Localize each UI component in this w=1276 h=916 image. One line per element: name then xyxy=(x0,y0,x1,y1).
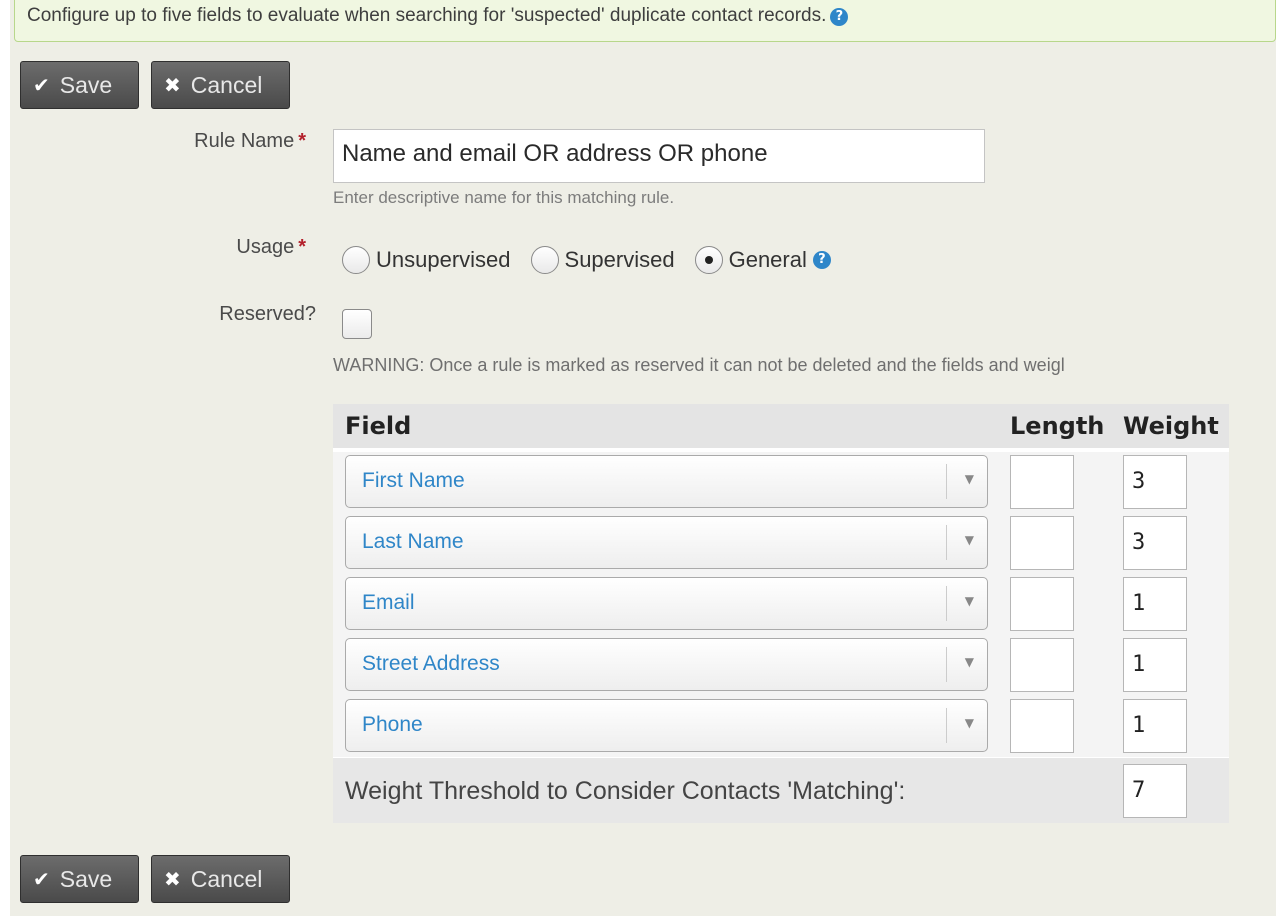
question-circle-icon[interactable]: ? xyxy=(812,251,831,269)
usage-radio-supervised[interactable] xyxy=(530,246,559,274)
weight-input[interactable]: 1 xyxy=(1123,699,1187,753)
check-icon: ✔ xyxy=(33,867,50,891)
chevron-down-icon: ▼ xyxy=(964,472,974,486)
cancel-button-top[interactable]: ✖ Cancel xyxy=(151,61,290,109)
length-input[interactable] xyxy=(1010,577,1074,631)
length-input[interactable] xyxy=(1010,638,1074,692)
header-length: Length xyxy=(1010,412,1105,440)
help-banner: Configure up to five fields to evaluate … xyxy=(14,0,1276,42)
required-marker: * xyxy=(298,236,306,258)
field-select-value: Email xyxy=(362,591,415,614)
threshold-label: Weight Threshold to Consider Contacts 'M… xyxy=(345,777,906,805)
save-button-label: Save xyxy=(59,71,113,98)
chevron-down-icon: ▼ xyxy=(964,594,974,608)
usage-option-label[interactable]: Supervised xyxy=(565,247,675,273)
select-divider xyxy=(946,464,947,499)
cancel-button-bottom[interactable]: ✖ Cancel xyxy=(151,855,290,903)
header-field: Field xyxy=(345,412,412,440)
table-row: First Name ▼ 3 xyxy=(333,452,1229,513)
chevron-down-icon: ▼ xyxy=(964,655,974,669)
field-select-value: Last Name xyxy=(362,530,464,553)
length-input[interactable] xyxy=(1010,516,1074,570)
reserved-label: Reserved? xyxy=(219,303,316,325)
table-row: Email ▼ 1 xyxy=(333,574,1229,635)
required-marker: * xyxy=(298,130,306,152)
cancel-button-label: Cancel xyxy=(190,865,263,892)
table-row: Street Address ▼ 1 xyxy=(333,635,1229,696)
header-weight: Weight xyxy=(1123,412,1219,440)
check-icon: ✔ xyxy=(33,73,50,97)
weight-input[interactable]: 3 xyxy=(1123,516,1187,570)
question-circle-icon[interactable]: ? xyxy=(830,8,849,26)
threshold-input[interactable]: 7 xyxy=(1123,764,1187,818)
field-select[interactable]: First Name ▼ xyxy=(345,455,988,508)
usage-radio-group: Unsupervised Supervised General ? xyxy=(342,240,831,280)
threshold-row: Weight Threshold to Consider Contacts 'M… xyxy=(333,758,1229,823)
help-text: Configure up to five fields to evaluate … xyxy=(27,5,849,27)
weight-input[interactable]: 1 xyxy=(1123,638,1187,692)
field-select-value: Street Address xyxy=(362,652,500,675)
chevron-down-icon: ▼ xyxy=(964,716,974,730)
table-row: Phone ▼ 1 xyxy=(333,696,1229,757)
field-select-value: Phone xyxy=(362,713,423,736)
usage-option-label[interactable]: Unsupervised xyxy=(376,247,511,273)
usage-option-label[interactable]: General xyxy=(729,247,807,273)
usage-label-text: Usage xyxy=(236,236,295,258)
close-icon: ✖ xyxy=(164,73,181,97)
rule-name-label: Rule Name * xyxy=(194,130,306,153)
length-input[interactable] xyxy=(1010,455,1074,509)
save-button-bottom[interactable]: ✔ Save xyxy=(20,855,139,903)
save-button-top[interactable]: ✔ Save xyxy=(20,61,139,109)
field-select[interactable]: Email ▼ xyxy=(345,577,988,630)
weight-input[interactable]: 1 xyxy=(1123,577,1187,631)
close-icon: ✖ xyxy=(164,867,181,891)
fields-grid: Field Length Weight First Name ▼ 3 Last … xyxy=(333,404,1229,823)
length-input[interactable] xyxy=(1010,699,1074,753)
rule-name-value: Name and email OR address OR phone xyxy=(342,140,768,167)
table-row: Last Name ▼ 3 xyxy=(333,513,1229,574)
save-button-label: Save xyxy=(59,865,113,892)
cancel-button-label: Cancel xyxy=(190,71,263,98)
chevron-down-icon: ▼ xyxy=(964,533,974,547)
usage-radio-general[interactable] xyxy=(694,246,723,274)
select-divider xyxy=(946,525,947,560)
usage-radio-unsupervised[interactable] xyxy=(342,246,370,274)
weight-input[interactable]: 3 xyxy=(1123,455,1187,509)
field-select[interactable]: Phone ▼ xyxy=(345,699,988,752)
select-divider xyxy=(946,647,947,682)
field-select[interactable]: Last Name ▼ xyxy=(345,516,988,569)
grid-header: Field Length Weight xyxy=(333,404,1229,448)
field-select[interactable]: Street Address ▼ xyxy=(345,638,988,691)
reserved-checkbox[interactable] xyxy=(342,309,372,339)
select-divider xyxy=(946,708,947,743)
field-select-value: First Name xyxy=(362,469,465,492)
help-text-content: Configure up to five fields to evaluate … xyxy=(27,5,827,26)
reserved-warning: WARNING: Once a rule is marked as reserv… xyxy=(333,355,1065,375)
rule-name-input[interactable]: Name and email OR address OR phone xyxy=(333,129,985,183)
select-divider xyxy=(946,586,947,621)
rule-name-description: Enter descriptive name for this matching… xyxy=(333,188,675,207)
rule-name-label-text: Rule Name xyxy=(194,130,295,152)
usage-label: Usage * xyxy=(236,236,306,259)
